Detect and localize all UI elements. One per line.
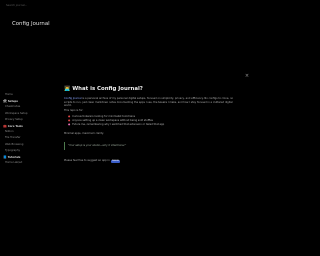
page-title: 👨‍💻 What is Config Journal? <box>64 84 244 94</box>
site-title[interactable]: Config Journal <box>12 21 50 27</box>
search-input[interactable]: Search journal... <box>6 2 46 10</box>
sidebar-item-label: File Transfer <box>5 136 21 140</box>
suggest-text: Please feel free to suggest an app in <box>64 159 110 162</box>
sidebar-item-label: Privacy Setup <box>5 117 23 121</box>
sidebar-item-label: Cheatcodes <box>5 105 21 109</box>
page-title-text: What is Config Journal? <box>72 86 143 92</box>
sidebar-item-label: Notion <box>5 130 14 134</box>
sidebar: Home 🛠Setups Cheatcodes Workspace Setup Priv… <box>3 92 45 166</box>
list-item: ● Future me, remembering why I switched t… <box>68 123 238 127</box>
list-intro: This repo is for: <box>64 109 84 112</box>
pink-circle-icon: ● <box>68 122 71 126</box>
audience-list: ● Curious tinkerers looking for minimalis… <box>68 115 238 126</box>
quote-block: "Your setup is your studio—why it intent… <box>64 142 244 150</box>
sidebar-item[interactable]: Home Lab/ed <box>3 160 45 166</box>
close-icon[interactable]: × <box>244 73 250 79</box>
sidebar-item-label: Core Tools <box>7 124 23 128</box>
issues-link[interactable]: issues <box>110 159 121 163</box>
tagline: Minimal apps, maximum clarity. <box>64 132 104 135</box>
list-item-text: Curious tinkerers looking for minimalist… <box>72 115 136 118</box>
sidebar-item-label: Home Lab/ed <box>5 161 23 165</box>
suggest-paragraph: Please feel free to suggest an app in is… <box>64 159 121 163</box>
intro-link[interactable]: Config Journal <box>64 97 81 100</box>
sidebar-item-label: Workspace Setup <box>5 111 28 115</box>
main-content: 👨‍💻 What is Config Journal? Config Journa… <box>64 84 244 163</box>
technologist-icon: 👨‍💻 <box>64 86 71 92</box>
sidebar-item-label: Typography <box>5 148 21 152</box>
sidebar-item-label: Web Browsing <box>5 142 24 146</box>
intro-text: is a personal archive of my personal dig… <box>64 97 234 108</box>
list-item-text: Future me, remembering why I switched th… <box>72 122 165 126</box>
intro-paragraph: Config Journal is a personal archive of … <box>64 97 234 108</box>
sidebar-item-label: Home <box>5 93 13 96</box>
list-item-text: Anyone setting up a clean workspace with… <box>72 118 153 122</box>
sidebar-item-label: Tutorials <box>7 155 21 159</box>
sidebar-item-label: Setups <box>7 100 18 104</box>
